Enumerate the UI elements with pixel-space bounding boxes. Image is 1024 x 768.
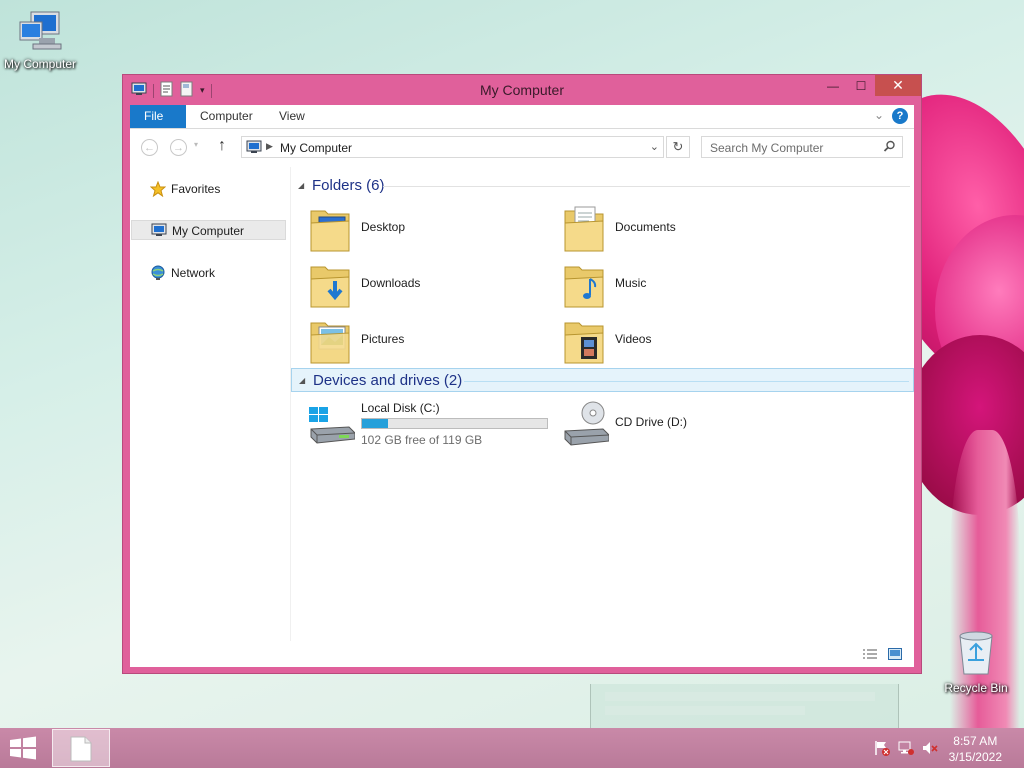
action-center-flag-icon[interactable]: [874, 740, 890, 759]
network-icon: [150, 265, 166, 287]
videos-folder-icon: [563, 315, 607, 368]
group-title: Devices and drives (2): [313, 372, 463, 389]
folder-label: Documents: [615, 220, 676, 234]
minimize-icon: —: [827, 78, 839, 93]
taskbar-explorer-item[interactable]: [52, 729, 110, 767]
tab-file[interactable]: File: [130, 105, 186, 128]
expand-ribbon-icon[interactable]: ⌄: [874, 108, 884, 122]
desktop-icon-recycle-bin[interactable]: Recycle Bin: [936, 630, 1016, 695]
navigation-bar: ← → ▾ ↑ ▶ My Computer ⌄ ↻: [130, 129, 914, 167]
documents-folder-icon: [563, 203, 607, 256]
recent-locations-icon[interactable]: ▾: [194, 140, 198, 149]
volume-muted-icon[interactable]: [922, 740, 938, 759]
address-dropdown-icon[interactable]: ⌄: [650, 140, 659, 153]
network-tray-icon[interactable]: [898, 740, 914, 759]
details-view-icon[interactable]: [862, 648, 878, 663]
folder-label: Pictures: [361, 332, 405, 346]
system-clock[interactable]: 8:57 AM 3/15/2022: [949, 733, 1002, 765]
breadcrumb-separator-icon[interactable]: ▶: [266, 141, 273, 152]
drive-free-space: 102 GB free of 119 GB: [361, 433, 483, 447]
computer-icon: [0, 10, 80, 55]
collapse-group-icon[interactable]: ◢: [298, 181, 304, 190]
ribbon-tabs: File Computer View ⌄ ?: [130, 105, 914, 129]
refresh-button[interactable]: ↻: [666, 136, 690, 158]
folder-label: Desktop: [361, 220, 406, 234]
nav-item-network[interactable]: Network: [131, 263, 286, 283]
folder-label: Videos: [615, 332, 652, 346]
maximize-icon: ☐: [855, 78, 867, 93]
group-title: Folders (6): [312, 177, 385, 194]
blank-document-icon: [70, 736, 92, 765]
nav-item-favorites[interactable]: Favorites: [131, 179, 286, 199]
drive-label: CD Drive (D:): [615, 415, 687, 429]
title-bar[interactable]: ▾ My Computer — ☐ ✕: [123, 75, 921, 105]
tab-computer[interactable]: Computer: [186, 105, 267, 128]
back-button[interactable]: ←: [141, 139, 158, 156]
tab-view[interactable]: View: [265, 105, 319, 128]
address-path[interactable]: My Computer: [280, 141, 352, 155]
close-icon: ✕: [892, 77, 904, 93]
hard-drive-icon: [309, 405, 356, 448]
group-header-folders[interactable]: ◢ Folders (6): [291, 174, 914, 198]
clock-date: 3/15/2022: [948, 750, 1002, 764]
content-pane: ◢ Folders (6) Desktop Documents Download…: [291, 167, 914, 667]
forward-button[interactable]: →: [170, 139, 187, 156]
taskbar: 8:57 AM 3/15/2022: [0, 728, 1024, 768]
minimize-button[interactable]: —: [819, 75, 847, 96]
help-icon[interactable]: ?: [892, 108, 908, 124]
drive-usage-fill: [362, 419, 389, 428]
star-icon: [149, 180, 167, 203]
close-button[interactable]: ✕: [875, 75, 921, 96]
desktop-icon-label: Recycle Bin: [944, 681, 1008, 695]
drive-label: Local Disk (C:): [361, 401, 440, 415]
desktop-icon-label: My Computer: [3, 57, 77, 71]
downloads-folder-icon: [309, 259, 353, 312]
nav-item-label: Favorites: [171, 182, 221, 196]
search-input[interactable]: [708, 140, 872, 156]
group-header-devices[interactable]: ◢ Devices and drives (2): [291, 368, 914, 392]
refresh-icon: ↻: [672, 139, 684, 154]
up-button[interactable]: ↑: [218, 137, 226, 155]
search-icon[interactable]: [883, 140, 896, 156]
start-button[interactable]: [8, 736, 38, 763]
drive-usage-bar: [361, 418, 548, 429]
music-folder-icon: [563, 259, 607, 312]
folder-label: Downloads: [361, 276, 421, 290]
explorer-window: ▾ My Computer — ☐ ✕ File Computer View ⌄…: [122, 74, 922, 674]
address-bar[interactable]: ▶ My Computer ⌄: [241, 136, 664, 158]
search-box[interactable]: [701, 136, 903, 158]
nav-item-my-computer[interactable]: My Computer: [131, 220, 286, 240]
pictures-folder-icon: [309, 315, 353, 368]
computer-icon: [151, 223, 167, 243]
forward-arrow-icon: →: [173, 142, 184, 154]
drive-local-disk-c[interactable]: Local Disk (C:) 102 GB free of 119 GB: [309, 401, 549, 451]
collapse-group-icon[interactable]: ◢: [299, 376, 305, 385]
status-bar: [130, 641, 914, 667]
back-arrow-icon: ←: [144, 142, 155, 154]
folder-label: Music: [615, 276, 647, 290]
drive-cd-d[interactable]: CD Drive (D:): [563, 401, 743, 451]
maximize-button[interactable]: ☐: [847, 75, 875, 96]
clock-time: 8:57 AM: [953, 734, 998, 748]
navigation-pane: Favorites My Computer Network: [130, 167, 291, 667]
desktop-icon-my-computer[interactable]: My Computer: [0, 10, 80, 71]
up-arrow-icon: ↑: [218, 137, 226, 154]
window-title: My Computer: [479, 82, 565, 98]
address-computer-icon: [246, 140, 262, 157]
cd-drive-icon: [563, 401, 610, 450]
windows-logo-icon: [8, 736, 38, 763]
nav-item-label: My Computer: [172, 224, 245, 238]
notification-popup: [590, 684, 899, 729]
large-icons-view-icon[interactable]: [888, 648, 902, 663]
nav-item-label: Network: [171, 266, 216, 280]
recycle-bin-icon: [936, 630, 1016, 679]
desktop-folder-icon: [309, 203, 353, 256]
